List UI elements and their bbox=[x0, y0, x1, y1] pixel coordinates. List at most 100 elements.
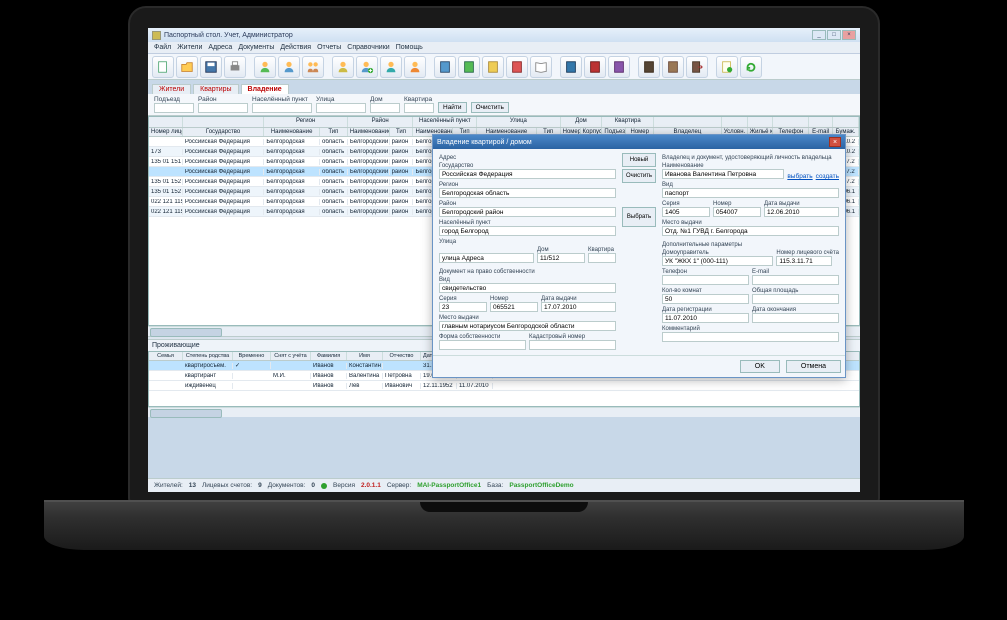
r-seria-input[interactable] bbox=[662, 207, 710, 217]
user-add-icon[interactable] bbox=[356, 56, 378, 78]
book-dark-icon[interactable] bbox=[638, 56, 660, 78]
raion-input[interactable] bbox=[439, 207, 616, 217]
dialog-ok-button[interactable]: OK bbox=[740, 360, 780, 373]
r-nomer-input[interactable] bbox=[713, 207, 761, 217]
filter-ulica-input[interactable] bbox=[316, 103, 366, 113]
folder-purple-icon[interactable] bbox=[608, 56, 630, 78]
owner-name-input[interactable] bbox=[662, 169, 784, 179]
email-input[interactable] bbox=[752, 275, 839, 285]
window-minimize-button[interactable]: _ bbox=[812, 30, 826, 40]
table-row[interactable]: иждивенецИвановЛевИванович12.11.195211.0… bbox=[149, 381, 859, 391]
owner-title: Владелец и документ, удостоверяющий личн… bbox=[662, 155, 839, 161]
laptop-frame: Паспортный стол. Учет, Администратор _ □… bbox=[0, 0, 1007, 620]
ulica-input[interactable] bbox=[439, 253, 534, 263]
menu-reports[interactable]: Отчеты bbox=[317, 44, 341, 51]
menu-addresses[interactable]: Адреса bbox=[208, 44, 232, 51]
book-brown-icon[interactable] bbox=[662, 56, 684, 78]
refresh-icon[interactable] bbox=[740, 56, 762, 78]
menu-dictionaries[interactable]: Справочники bbox=[347, 44, 389, 51]
dend-input[interactable] bbox=[752, 313, 839, 323]
btn-pick[interactable]: Выбрать bbox=[622, 207, 656, 227]
main-grid-header-groups: Регион Район Населённый пункт Улица Дом … bbox=[149, 117, 859, 128]
book-open-icon[interactable] bbox=[530, 56, 552, 78]
folder-red-icon[interactable] bbox=[584, 56, 606, 78]
nkv-input[interactable] bbox=[662, 294, 749, 304]
ploshadi-input[interactable] bbox=[752, 294, 839, 304]
forma-input[interactable] bbox=[439, 340, 526, 350]
book-yellow-icon[interactable] bbox=[482, 56, 504, 78]
window-title: Паспортный стол. Учет, Администратор bbox=[164, 32, 293, 39]
comment-input[interactable] bbox=[662, 332, 839, 342]
user-green-icon[interactable] bbox=[254, 56, 276, 78]
kv-input[interactable] bbox=[588, 253, 616, 263]
tel-input[interactable] bbox=[662, 275, 749, 285]
main-toolbar bbox=[148, 54, 860, 80]
filter-nasel-input[interactable] bbox=[252, 103, 312, 113]
filter-dom-input[interactable] bbox=[370, 103, 400, 113]
menu-documents[interactable]: Документы bbox=[238, 44, 274, 51]
page-new-icon[interactable] bbox=[716, 56, 738, 78]
dialog-cancel-button[interactable]: Отмена bbox=[786, 360, 841, 373]
dom-input[interactable] bbox=[537, 253, 585, 263]
book-green-icon[interactable] bbox=[458, 56, 480, 78]
account-input[interactable] bbox=[776, 256, 832, 266]
folder-blue-icon[interactable] bbox=[560, 56, 582, 78]
user-blue-icon[interactable] bbox=[278, 56, 300, 78]
owner-pick-link[interactable]: выбрать bbox=[787, 173, 812, 180]
tab-apartments[interactable]: Квартиры bbox=[193, 84, 238, 94]
laptop-notch bbox=[420, 502, 588, 512]
dreg-input[interactable] bbox=[662, 313, 749, 323]
filter-clear-button[interactable]: Очистить bbox=[471, 102, 509, 113]
book-red-icon[interactable] bbox=[506, 56, 528, 78]
l-data-input[interactable] bbox=[541, 302, 616, 312]
user-family-icon[interactable] bbox=[302, 56, 324, 78]
book-blue-icon[interactable] bbox=[434, 56, 456, 78]
btn-clear[interactable]: Очистить bbox=[622, 169, 656, 183]
btn-new[interactable]: Новый bbox=[622, 153, 656, 167]
doc-open-icon[interactable] bbox=[176, 56, 198, 78]
status-residents-value: 13 bbox=[189, 482, 196, 489]
tab-ownership[interactable]: Владение bbox=[241, 84, 289, 94]
state-input[interactable] bbox=[439, 169, 616, 179]
r-mesto-input[interactable] bbox=[662, 226, 839, 236]
menu-actions[interactable]: Действия bbox=[280, 44, 311, 51]
region-input[interactable] bbox=[439, 188, 616, 198]
kadast-input[interactable] bbox=[529, 340, 616, 350]
window-close-button[interactable]: × bbox=[842, 30, 856, 40]
r-data-input[interactable] bbox=[764, 207, 839, 217]
book-out-icon[interactable] bbox=[686, 56, 708, 78]
doc-new-icon[interactable] bbox=[152, 56, 174, 78]
window-maximize-button[interactable]: □ bbox=[827, 30, 841, 40]
filter-find-button[interactable]: Найти bbox=[438, 102, 467, 113]
status-docs-label: Документов: bbox=[268, 482, 306, 489]
user-orange-icon[interactable] bbox=[404, 56, 426, 78]
np-input[interactable] bbox=[439, 226, 616, 236]
r-vid-input[interactable] bbox=[662, 188, 839, 198]
dialog-close-button[interactable]: × bbox=[829, 137, 841, 147]
filter-kv-input[interactable] bbox=[404, 103, 434, 113]
menu-help[interactable]: Помощь bbox=[396, 44, 423, 51]
filter-podezd-input[interactable] bbox=[154, 103, 194, 113]
prior-input[interactable] bbox=[662, 256, 773, 266]
filter-raion-input[interactable] bbox=[198, 103, 248, 113]
mesto-input[interactable] bbox=[439, 321, 616, 331]
menu-residents[interactable]: Жители bbox=[177, 44, 202, 51]
owner-create-link[interactable]: создать bbox=[816, 173, 839, 180]
status-bullet-icon bbox=[321, 483, 327, 489]
vid-input[interactable] bbox=[439, 283, 616, 293]
l-nomer-input[interactable] bbox=[490, 302, 538, 312]
status-bar: Жителей: 13 Лицевых счетов: 9 Документов… bbox=[148, 478, 860, 492]
status-version-label: Версия bbox=[333, 482, 355, 489]
dialog-titlebar[interactable]: Владение квартирой / домом × bbox=[433, 135, 845, 149]
doc-save-icon[interactable] bbox=[200, 56, 222, 78]
user-yellow-icon[interactable] bbox=[332, 56, 354, 78]
tab-residents[interactable]: Жители bbox=[152, 84, 191, 94]
doc-print-icon[interactable] bbox=[224, 56, 246, 78]
status-base-label: База: bbox=[487, 482, 503, 489]
detail-grid-hscroll[interactable] bbox=[148, 407, 860, 417]
status-accounts-value: 9 bbox=[258, 482, 262, 489]
menu-file[interactable]: Файл bbox=[154, 44, 171, 51]
l-seria-input[interactable] bbox=[439, 302, 487, 312]
user-teal-icon[interactable] bbox=[380, 56, 402, 78]
app-screen: Паспортный стол. Учет, Администратор _ □… bbox=[148, 28, 860, 492]
